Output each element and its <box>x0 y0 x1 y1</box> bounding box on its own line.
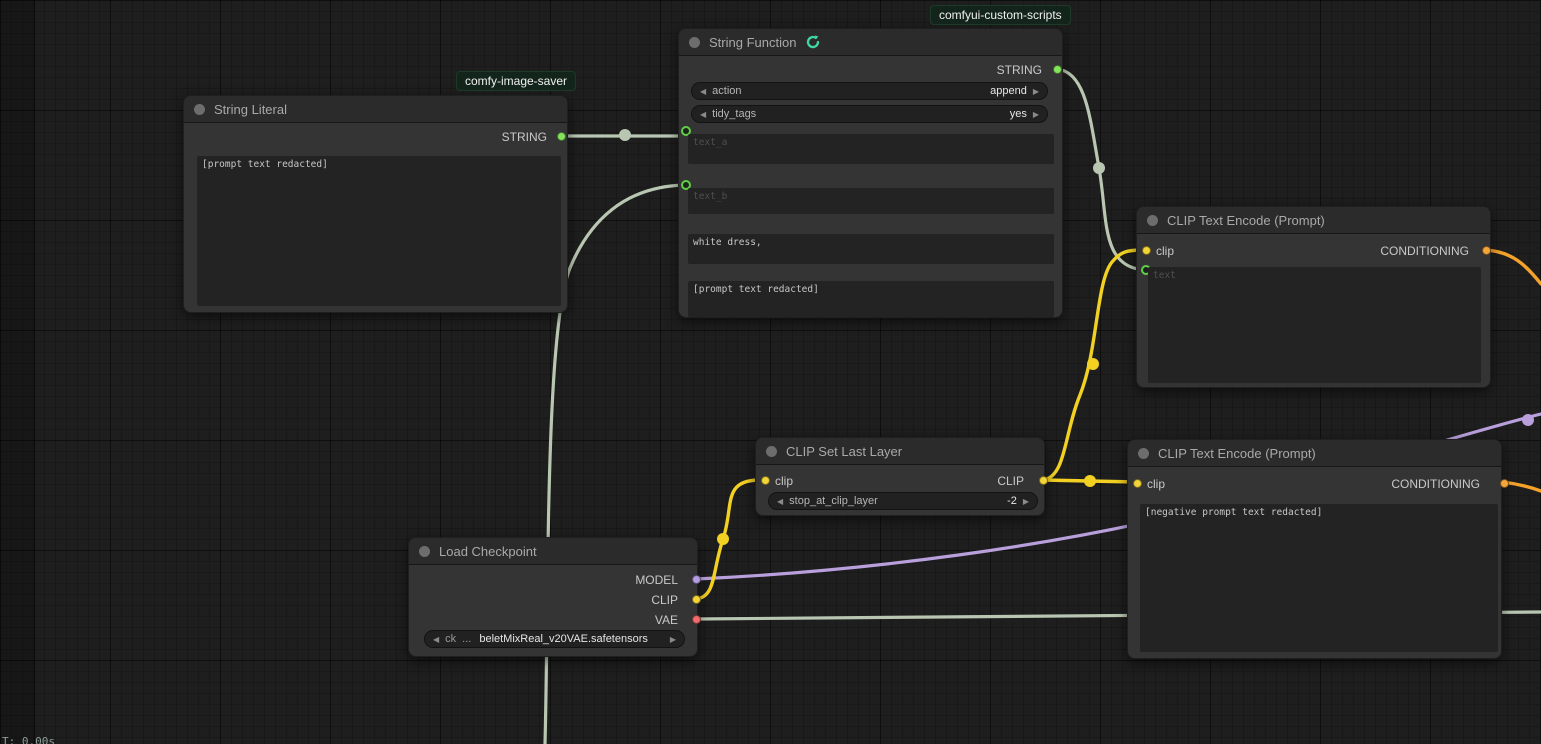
reroute-dot[interactable] <box>619 129 631 141</box>
collapse-dot[interactable] <box>689 37 700 48</box>
node-string-function[interactable]: String Function STRING ◀ action append ▶… <box>678 28 1063 318</box>
input-slot-clip[interactable] <box>1133 479 1142 488</box>
node-title-bar: String Function <box>679 29 1062 56</box>
reroute-dot[interactable] <box>1522 414 1534 426</box>
output-label-string: STRING <box>997 64 1042 76</box>
node-title-bar: CLIP Text Encode (Prompt) <box>1137 207 1490 234</box>
node-string-literal[interactable]: String Literal STRING [prompt text redac… <box>183 95 568 313</box>
widget-action[interactable]: ◀ action append ▶ <box>691 82 1048 100</box>
negative-prompt-textarea[interactable]: [negative prompt text redacted] <box>1140 504 1498 652</box>
output-slot-string[interactable] <box>557 132 566 141</box>
input-slot-clip[interactable] <box>1142 246 1151 255</box>
node-title: Load Checkpoint <box>439 544 537 559</box>
timing-stats-text: T: 0.00s <box>2 735 55 744</box>
output-slot-clip[interactable] <box>692 595 701 604</box>
arrow-right-icon[interactable]: ▶ <box>670 635 676 644</box>
node-title: CLIP Text Encode (Prompt) <box>1158 446 1316 461</box>
reroute-dot[interactable] <box>1084 475 1096 487</box>
output-label-clip: CLIP <box>651 594 678 606</box>
reroute-dot[interactable] <box>717 533 729 545</box>
output-slot-conditioning[interactable] <box>1500 479 1509 488</box>
widget-tidy-tags[interactable]: ◀ tidy_tags yes ▶ <box>691 105 1048 123</box>
arrow-right-icon[interactable]: ▶ <box>1033 110 1039 119</box>
input-label-clip: clip <box>775 475 793 487</box>
collapse-dot[interactable] <box>1147 215 1158 226</box>
node-clip-set-last-layer[interactable]: CLIP Set Last Layer clip CLIP ◀ stop_at_… <box>755 437 1045 516</box>
text-textarea[interactable]: text <box>1148 267 1481 383</box>
node-title-bar: CLIP Text Encode (Prompt) <box>1128 440 1501 467</box>
string-function-swirl-icon <box>805 34 821 50</box>
node-load-checkpoint[interactable]: Load Checkpoint MODEL CLIP VAE ◀ ck ... … <box>408 537 698 657</box>
node-title-bar: String Literal <box>184 96 567 123</box>
output-label-vae: VAE <box>655 614 678 626</box>
node-badge-comfy-image-saver: comfy-image-saver <box>456 71 576 91</box>
output-slot-conditioning[interactable] <box>1482 246 1491 255</box>
arrow-right-icon[interactable]: ▶ <box>1023 497 1029 506</box>
text-c-textarea[interactable]: white dress, <box>688 234 1054 264</box>
input-label-clip: clip <box>1156 245 1174 257</box>
arrow-left-icon[interactable]: ◀ <box>700 110 706 119</box>
output-label-clip: CLIP <box>997 475 1024 487</box>
output-slot-clip[interactable] <box>1039 476 1048 485</box>
output-label-conditioning: CONDITIONING <box>1391 478 1480 490</box>
output-label-model: MODEL <box>635 574 678 586</box>
arrow-left-icon[interactable]: ◀ <box>777 497 783 506</box>
string-literal-textarea[interactable]: [prompt text redacted] <box>197 156 561 306</box>
arrow-left-icon[interactable]: ◀ <box>700 87 706 96</box>
widget-ckpt-name[interactable]: ◀ ck ... beletMixReal_v20VAE.safetensors… <box>424 630 685 648</box>
output-label-string: STRING <box>502 131 547 143</box>
node-clip-text-encode-negative[interactable]: CLIP Text Encode (Prompt) clip CONDITION… <box>1127 439 1502 659</box>
collapse-dot[interactable] <box>194 104 205 115</box>
collapse-dot[interactable] <box>1138 448 1149 459</box>
output-slot-vae[interactable] <box>692 615 701 624</box>
node-title-bar: CLIP Set Last Layer <box>756 438 1044 465</box>
collapse-dot[interactable] <box>766 446 777 457</box>
reroute-dot[interactable] <box>1087 358 1099 370</box>
node-badge-comfyui-custom-scripts: comfyui-custom-scripts <box>930 5 1071 25</box>
reroute-dot[interactable] <box>1093 162 1105 174</box>
output-slot-string[interactable] <box>1053 65 1062 74</box>
node-graph-canvas[interactable]: comfy-image-saver comfyui-custom-scripts… <box>0 0 1541 744</box>
node-title: CLIP Set Last Layer <box>786 444 902 459</box>
text-b-textarea[interactable]: text_b <box>688 188 1054 214</box>
collapse-dot[interactable] <box>419 546 430 557</box>
arrow-left-icon[interactable]: ◀ <box>433 635 439 644</box>
input-slot-clip[interactable] <box>761 476 770 485</box>
node-title: String Literal <box>214 102 287 117</box>
arrow-right-icon[interactable]: ▶ <box>1033 87 1039 96</box>
text-a-textarea[interactable]: text_a <box>688 134 1054 164</box>
node-title-bar: Load Checkpoint <box>409 538 697 565</box>
node-clip-text-encode-positive[interactable]: CLIP Text Encode (Prompt) clip CONDITION… <box>1136 206 1491 388</box>
output-slot-model[interactable] <box>692 575 701 584</box>
node-title: String Function <box>709 35 796 50</box>
widget-stop-at-clip-layer[interactable]: ◀ stop_at_clip_layer -2 ▶ <box>768 492 1038 510</box>
output-label-conditioning: CONDITIONING <box>1380 245 1469 257</box>
result-textarea[interactable]: [prompt text redacted] <box>688 281 1054 317</box>
input-label-clip: clip <box>1147 478 1165 490</box>
node-title: CLIP Text Encode (Prompt) <box>1167 213 1325 228</box>
